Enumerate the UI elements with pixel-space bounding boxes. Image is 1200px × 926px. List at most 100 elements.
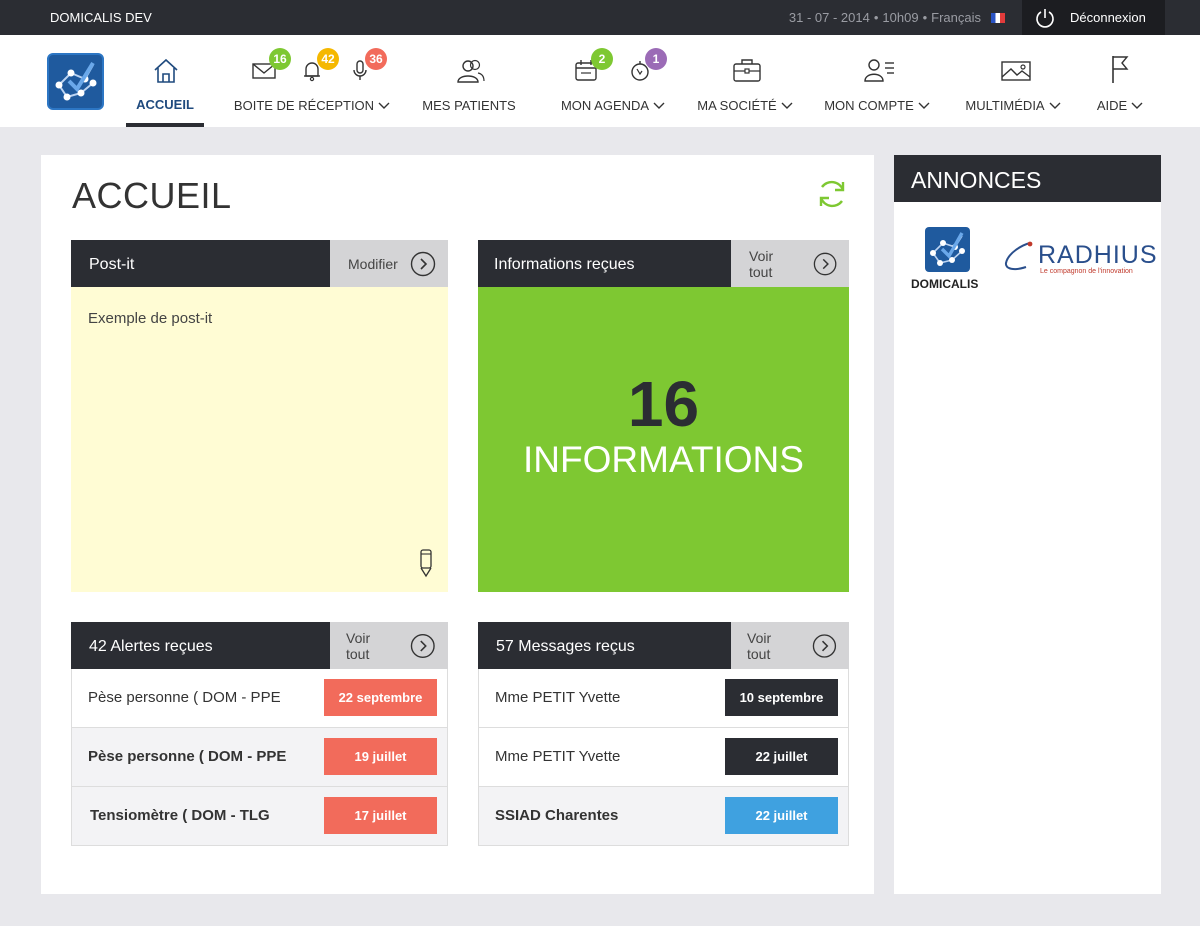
main-nav: ACCUEIL 16 42 36 BOITE DE RÉCEPTION MES … — [0, 35, 1200, 127]
briefcase-icon — [733, 59, 761, 82]
radhius-tagline: Le compagnon de l'innovation — [1040, 268, 1133, 275]
postit-card: Post-it Modifier Exemple de post-it — [71, 240, 448, 592]
message-sender: Mme PETIT Yvette — [495, 689, 621, 706]
main-panel: ACCUEIL Post-it Modifier Exemple de post… — [41, 155, 874, 894]
current-time: 10h09 — [882, 10, 919, 25]
alert-date-badge: 19 juillet — [324, 738, 437, 775]
info-count: 16 — [627, 368, 700, 440]
refresh-icon[interactable] — [816, 178, 848, 210]
message-sender: Mme PETIT Yvette — [495, 748, 621, 765]
nav-agenda[interactable]: 2 1 MON AGENDA — [558, 35, 668, 127]
action-label: Modifier — [348, 255, 398, 272]
patients-icon — [457, 59, 485, 83]
message-date-badge: 10 septembre — [725, 679, 838, 716]
announcements-title: ANNONCES — [911, 167, 1042, 193]
arrow-circle-right-icon — [411, 633, 436, 658]
announcements-header: ANNONCES — [894, 155, 1161, 202]
messages-title: 57 Messages reçus — [496, 638, 635, 655]
power-icon — [1036, 8, 1054, 28]
image-icon — [1001, 61, 1031, 81]
logo-icon — [930, 232, 965, 266]
logout-button[interactable]: Déconnexion — [1022, 0, 1165, 35]
message-date-badge: 22 juillet — [725, 738, 838, 775]
postit-edit-button[interactable]: Modifier — [330, 240, 448, 287]
nav-accueil[interactable]: ACCUEIL — [126, 35, 204, 127]
info-body[interactable]: 16 INFORMATIONS — [478, 287, 849, 592]
nav-label: MULTIMÉDIA — [965, 98, 1045, 113]
alerts-view-all-button[interactable]: Voir tout — [330, 622, 448, 669]
chevron-down-icon — [918, 102, 930, 109]
nav-label: MON AGENDA — [560, 98, 650, 113]
alert-row[interactable]: Pèse personne ( DOM - PPE 22 septembre — [71, 669, 448, 728]
nav-multimedia[interactable]: MULTIMÉDIA — [962, 35, 1064, 127]
top-meta: 31 - 07 - 2014 • 10h09 • Français — [789, 10, 1005, 25]
radhius-swoosh-icon — [1004, 241, 1033, 271]
nav-label: MES PATIENTS — [422, 98, 516, 113]
nav-patients[interactable]: MES PATIENTS — [419, 35, 519, 127]
messages-card: 57 Messages reçus Voir tout Mme PETIT Yv… — [478, 622, 849, 847]
logout-label: Déconnexion — [1070, 10, 1146, 25]
message-row[interactable]: SSIAD Charentes 22 juillet — [478, 787, 849, 846]
home-icon — [154, 58, 178, 83]
alerts-badge: 42 — [317, 48, 339, 70]
postit-body[interactable]: Exemple de post-it — [71, 287, 448, 592]
alerts-header: 42 Alertes reçues Voir tout — [71, 622, 448, 669]
messages-header: 57 Messages reçus Voir tout — [478, 622, 849, 669]
postit-header: Post-it Modifier — [71, 240, 448, 287]
france-flag-icon[interactable] — [991, 12, 1005, 23]
messages-badge: 16 — [269, 48, 291, 70]
postit-content: Exemple de post-it — [88, 310, 213, 327]
top-bar: DOMICALIS DEV 31 - 07 - 2014 • 10h09 • F… — [0, 0, 1200, 35]
postit-title: Post-it — [89, 256, 135, 273]
nav-inbox[interactable]: 16 42 36 BOITE DE RÉCEPTION — [232, 35, 392, 127]
alert-date-badge: 22 septembre — [324, 679, 437, 716]
voice-badge: 36 — [365, 48, 387, 70]
nav-compte[interactable]: MON COMPTE — [822, 35, 932, 127]
language-selector[interactable]: Français — [931, 10, 981, 25]
action-label: Voir tout — [749, 247, 774, 280]
radhius-ad-logo[interactable]: RADHIUS Le compagnon de l'innovation — [1000, 239, 1157, 279]
chevron-down-icon — [781, 102, 793, 109]
chevron-down-icon — [1131, 102, 1143, 109]
nav-aide[interactable]: AIDE — [1090, 35, 1150, 127]
messages-view-all-button[interactable]: Voir tout — [731, 622, 849, 669]
message-row[interactable]: Mme PETIT Yvette 22 juillet — [478, 728, 849, 787]
message-date-badge: 22 juillet — [725, 797, 838, 834]
info-title: Informations reçues — [494, 256, 635, 273]
domicalis-logo[interactable] — [47, 53, 104, 110]
alert-date-badge: 17 juillet — [324, 797, 437, 834]
agenda-badge: 2 — [591, 48, 613, 70]
arrow-circle-right-icon — [813, 252, 837, 275]
chevron-down-icon — [378, 102, 390, 109]
user-profile-icon — [864, 59, 894, 82]
message-sender: SSIAD Charentes — [495, 807, 619, 824]
nav-label: AIDE — [1096, 98, 1128, 113]
logo-icon — [55, 61, 97, 101]
alert-row[interactable]: Pèse personne ( DOM - PPE 19 juillet — [71, 728, 448, 787]
pencil-icon[interactable] — [418, 548, 434, 578]
nav-label: MA SOCIÉTÉ — [697, 98, 777, 113]
alert-row[interactable]: Tensiomètre ( DOM - TLG 17 juillet — [71, 787, 448, 846]
flag-icon — [1112, 56, 1129, 83]
app-name: DOMICALIS DEV — [50, 10, 152, 25]
timer-badge: 1 — [645, 48, 667, 70]
info-header: Informations reçues Voir tout — [478, 240, 849, 287]
info-label: INFORMATIONS — [523, 439, 804, 480]
alerts-card: 42 Alertes reçues Voir tout Pèse personn… — [71, 622, 448, 847]
domicalis-ad-label: DOMICALIS — [911, 277, 979, 291]
action-label: Voir tout — [747, 629, 772, 662]
nav-societe[interactable]: MA SOCIÉTÉ — [694, 35, 796, 127]
chevron-down-icon — [653, 102, 665, 109]
nav-label: ACCUEIL — [136, 97, 194, 112]
alerts-title: 42 Alertes reçues — [89, 638, 213, 655]
nav-label: BOITE DE RÉCEPTION — [233, 98, 375, 113]
nav-label: MON COMPTE — [824, 98, 914, 113]
message-row[interactable]: Mme PETIT Yvette 10 septembre — [478, 669, 849, 728]
domicalis-ad-logo[interactable] — [925, 227, 970, 272]
arrow-circle-right-icon — [410, 251, 435, 276]
alert-device: Tensiomètre ( DOM - TLG — [90, 807, 270, 824]
action-label: Voir tout — [346, 629, 371, 662]
arrow-circle-right-icon — [812, 633, 837, 658]
current-date: 31 - 07 - 2014 — [788, 10, 870, 25]
info-view-all-button[interactable]: Voir tout — [731, 240, 849, 287]
